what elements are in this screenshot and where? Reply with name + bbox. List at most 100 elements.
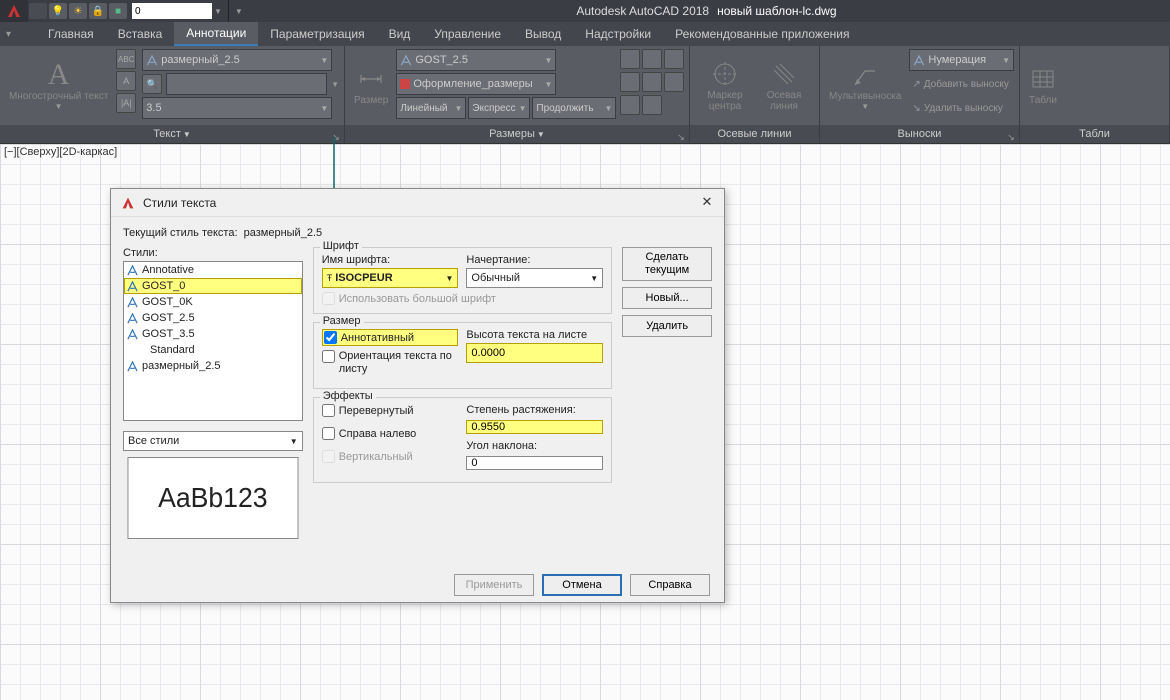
font-style-dropdown[interactable]: Обычный ▼ xyxy=(466,268,603,288)
style-filter-dropdown[interactable]: Все стили▼ xyxy=(123,431,303,451)
tab-insert[interactable]: Вставка xyxy=(106,22,175,46)
remove-leader-button[interactable]: ↘ Удалить выноску xyxy=(909,97,1014,119)
panel-dim-title[interactable]: Размеры▼↘ xyxy=(345,125,689,143)
dim-layer-dropdown[interactable]: Оформление_размеры ▼ xyxy=(396,73,556,95)
annotative-icon xyxy=(913,55,925,66)
style-item-gost25[interactable]: GOST_2.5 xyxy=(124,310,302,326)
qat-layer-icon[interactable]: ■ xyxy=(109,3,127,19)
tabs-overflow-icon[interactable]: ▾ xyxy=(6,22,18,46)
font-name-dropdown[interactable]: Ŧ ISOCPEUR ▼ xyxy=(322,268,459,288)
style-item-standard[interactable]: Standard xyxy=(124,342,302,358)
app-menu-button[interactable] xyxy=(0,0,28,22)
panel-launcher-icon[interactable]: ↘ xyxy=(676,128,686,138)
text-height-dropdown[interactable]: 3.5 ▼ xyxy=(142,97,332,119)
new-style-button[interactable]: Новый... xyxy=(622,287,712,309)
backwards-checkbox[interactable]: Справа налево xyxy=(322,427,459,440)
close-button[interactable]: ✕ xyxy=(698,194,716,212)
paper-height-input[interactable] xyxy=(466,343,603,363)
panel-leaders: Мультивыноска ▼ Нумерация ▼ ↗ Добавить в… xyxy=(820,46,1020,143)
qat-search-input[interactable] xyxy=(132,3,212,19)
annotative-icon xyxy=(127,329,138,340)
width-factor-input[interactable] xyxy=(466,420,603,434)
find-text-icon[interactable]: 🔍 xyxy=(142,74,162,94)
set-current-button[interactable]: Сделать текущим xyxy=(622,247,712,281)
styles-list-label: Стили: xyxy=(123,247,303,259)
style-item-gost0k[interactable]: GOST_0K xyxy=(124,294,302,310)
preview-box: AaBb123 xyxy=(127,457,298,539)
qat-sun-icon[interactable]: ☀ xyxy=(69,3,87,19)
text-scale-icon[interactable]: |A| xyxy=(116,93,136,113)
chevron-down-icon[interactable]: ▼ xyxy=(331,80,339,89)
text-height-value: 3.5 xyxy=(146,102,161,114)
text-small-icon[interactable]: A xyxy=(116,71,136,91)
multileader-button[interactable]: Мультивыноска ▼ xyxy=(825,49,905,122)
cancel-button[interactable]: Отмена xyxy=(542,574,622,596)
dim-tool-7-icon[interactable] xyxy=(620,95,640,115)
font-style-value: Обычный xyxy=(471,272,520,284)
panel-text-title[interactable]: Текст▼↘ xyxy=(0,125,344,143)
styles-list[interactable]: Annotative GOST_0 GOST_0K GOST_2.5 GOST_… xyxy=(123,261,303,421)
tab-view[interactable]: Вид xyxy=(377,22,423,46)
style-item-razm25[interactable]: размерный_2.5 xyxy=(124,358,302,374)
style-item-gost0[interactable]: GOST_0 xyxy=(124,278,302,294)
centerline-button[interactable]: Осевая линия xyxy=(757,49,812,122)
style-item-annotative[interactable]: Annotative xyxy=(124,262,302,278)
abc-icon[interactable]: ABC xyxy=(116,49,136,69)
viewport-label[interactable]: [−][Сверху][2D-каркас] xyxy=(4,146,117,158)
style-item-gost35[interactable]: GOST_3.5 xyxy=(124,326,302,342)
orient-checkbox[interactable]: Ориентация текста по листу xyxy=(322,350,459,376)
dim-tool-8-icon[interactable] xyxy=(642,95,662,115)
panel-dimensions: Размер GOST_2.5 ▼ Оформление_размеры ▼ Л… xyxy=(345,46,690,143)
annotative-icon xyxy=(127,265,138,276)
annotative-checkbox[interactable]: Аннотативный xyxy=(322,329,459,346)
dim-tool-6-icon[interactable] xyxy=(664,72,684,92)
oblique-input[interactable] xyxy=(466,456,603,470)
dim-style-dropdown[interactable]: GOST_2.5 ▼ xyxy=(396,49,556,71)
dim-tool-2-icon[interactable] xyxy=(642,49,662,69)
effects-group: Эффекты Перевернутый Справа налево Верти… xyxy=(313,397,612,483)
mtext-button[interactable]: A Многострочный текст ▼ xyxy=(5,49,112,122)
panel-launcher-icon[interactable]: ↘ xyxy=(331,128,341,138)
help-button[interactable]: Справка xyxy=(630,574,710,596)
linear-dim-dropdown[interactable]: Линейный▼ xyxy=(396,97,466,119)
dim-tool-4-icon[interactable] xyxy=(620,72,640,92)
text-style-dropdown[interactable]: размерный_2.5 ▼ xyxy=(142,49,332,71)
continue-dim-dropdown[interactable]: Продолжить▼ xyxy=(532,97,616,119)
tab-parametric[interactable]: Параметризация xyxy=(258,22,376,46)
size-group: Размер Аннотативный Ориентация текста по… xyxy=(313,322,612,389)
mtext-label: Многострочный текст xyxy=(9,91,108,102)
upsidedown-checkbox[interactable]: Перевернутый xyxy=(322,404,459,417)
panel-launcher-icon[interactable]: ↘ xyxy=(1006,128,1016,138)
delete-style-button[interactable]: Удалить xyxy=(622,315,712,337)
chevron-down-icon[interactable]: ▼ xyxy=(214,7,222,16)
dialog-titlebar[interactable]: Стили текста ✕ xyxy=(111,189,724,217)
quick-access-toolbar: 💡 ☀ 🔒 ■ ▼ xyxy=(28,0,222,22)
dim-tool-5-icon[interactable] xyxy=(642,72,662,92)
window-title: Autodesk AutoCAD 2018новый шаблон-lc.dwg xyxy=(243,4,1170,18)
leader-style-dropdown[interactable]: Нумерация ▼ xyxy=(909,49,1014,71)
tab-addins[interactable]: Надстройки xyxy=(573,22,663,46)
paper-height-label: Высота текста на листе xyxy=(466,329,603,341)
qat-new-icon[interactable] xyxy=(29,3,47,19)
add-leader-button[interactable]: ↗ Добавить выноску xyxy=(909,73,1014,95)
table-button[interactable]: Табли xyxy=(1025,49,1061,122)
qat-lightbulb-icon[interactable]: 💡 xyxy=(49,3,67,19)
qat-lock-icon[interactable]: 🔒 xyxy=(89,3,107,19)
tab-manage[interactable]: Управление xyxy=(422,22,513,46)
width-factor-label: Степень растяжения: xyxy=(466,404,603,416)
panel-leaders-title[interactable]: Выноски↘ xyxy=(820,125,1019,143)
tab-featured[interactable]: Рекомендованные приложения xyxy=(663,22,861,46)
dim-tool-1-icon[interactable] xyxy=(620,49,640,69)
tab-output[interactable]: Вывод xyxy=(513,22,573,46)
dim-tool-3-icon[interactable] xyxy=(664,49,684,69)
text-style-dialog: Стили текста ✕ Текущий стиль текста: раз… xyxy=(110,188,725,603)
multileader-icon xyxy=(851,61,879,89)
express-dim-dropdown[interactable]: Экспресс▼ xyxy=(468,97,530,119)
chevron-down-icon[interactable]: ▼ xyxy=(235,7,243,16)
add-leader-label: Добавить выноску xyxy=(924,79,1009,90)
center-mark-button[interactable]: Маркер центра xyxy=(698,49,753,122)
tab-annotate[interactable]: Аннотации xyxy=(174,22,258,46)
text-find-field[interactable] xyxy=(166,73,327,95)
tab-home[interactable]: Главная xyxy=(36,22,106,46)
dimension-button[interactable]: Размер xyxy=(350,49,392,122)
